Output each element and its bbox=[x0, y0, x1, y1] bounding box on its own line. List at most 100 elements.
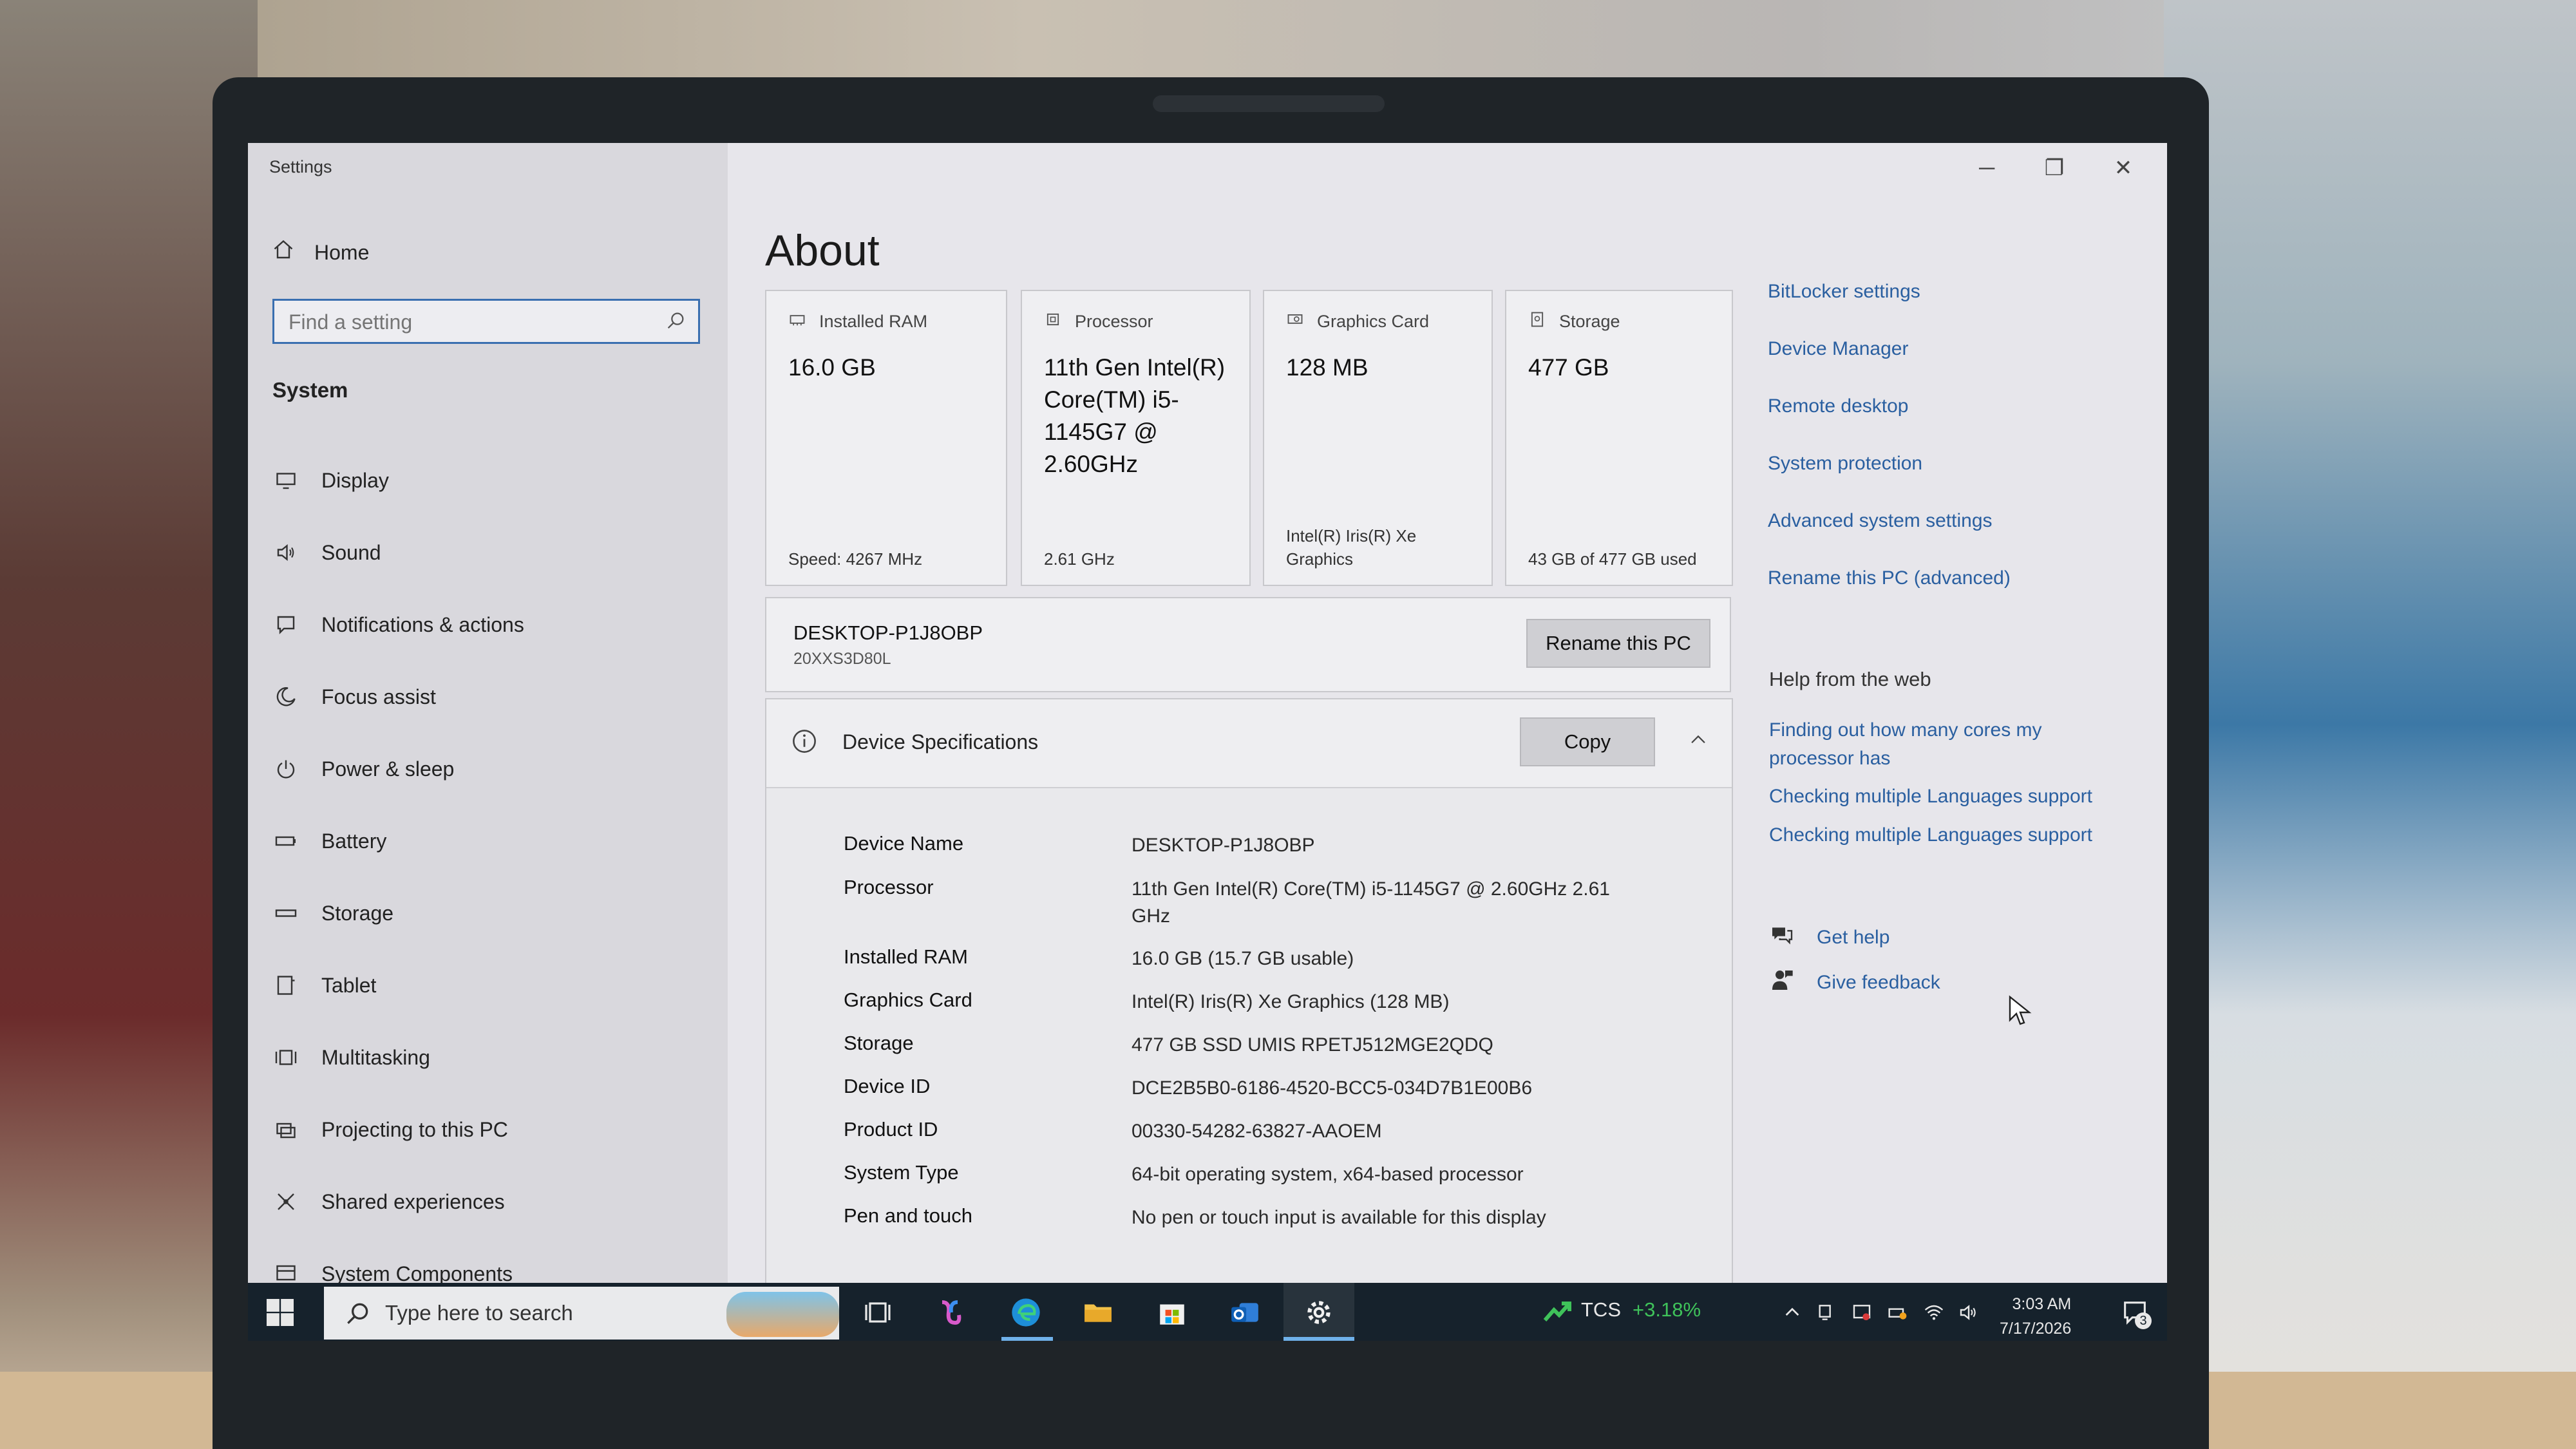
copy-button[interactable]: Copy bbox=[1520, 717, 1655, 766]
disk-icon bbox=[1528, 310, 1546, 333]
link-languages-support-2[interactable]: Checking multiple Languages support bbox=[1769, 824, 2092, 846]
rename-pc-button[interactable]: Rename this PC bbox=[1526, 619, 1710, 668]
taskbar-search-box[interactable]: Type here to search bbox=[324, 1287, 839, 1340]
nav-home[interactable]: Home bbox=[272, 236, 369, 269]
spec-value: 16.0 GB (15.7 GB usable) bbox=[1132, 948, 1354, 969]
mouse-cursor-icon bbox=[2007, 994, 2033, 1031]
get-help-link[interactable]: Get help bbox=[1769, 922, 1889, 953]
spec-key: Device ID bbox=[844, 1075, 931, 1097]
sidebar-item-multitasking[interactable]: Multitasking bbox=[272, 1038, 430, 1077]
security-alert-icon[interactable] bbox=[1849, 1293, 1875, 1332]
sidebar-item-tablet[interactable]: Tablet bbox=[272, 966, 376, 1005]
sidebar-item-label: Notifications & actions bbox=[321, 612, 524, 636]
nav-section-system: System bbox=[272, 378, 348, 402]
webcam bbox=[1153, 95, 1385, 112]
spec-key: Graphics Card bbox=[844, 989, 972, 1011]
find-setting-field[interactable] bbox=[272, 299, 700, 344]
microsoft-store-icon[interactable] bbox=[1153, 1293, 1191, 1332]
gpu-icon bbox=[1286, 310, 1304, 333]
link-bitlocker-settings[interactable]: BitLocker settings bbox=[1768, 281, 1920, 303]
copilot-icon[interactable] bbox=[931, 1293, 969, 1332]
help-from-web-heading: Help from the web bbox=[1769, 668, 1931, 690]
sidebar-item-battery[interactable]: Battery bbox=[272, 822, 386, 860]
speaker-icon bbox=[272, 539, 299, 566]
wifi-icon[interactable] bbox=[1921, 1293, 1947, 1332]
sidebar-item-shared-experiences[interactable]: Shared experiences bbox=[272, 1182, 505, 1221]
stock-symbol: TCS bbox=[1581, 1298, 1621, 1321]
edge-browser-icon[interactable] bbox=[1007, 1293, 1045, 1332]
sidebar-item-power-sleep[interactable]: Power & sleep bbox=[272, 750, 454, 788]
link-system-protection[interactable]: System protection bbox=[1768, 453, 1922, 475]
link-device-manager[interactable]: Device Manager bbox=[1768, 338, 1908, 360]
restore-button[interactable]: ❐ bbox=[2035, 152, 2074, 184]
card-label: Processor bbox=[1075, 312, 1153, 331]
restore-icon: ❐ bbox=[2044, 156, 2065, 180]
window-title: Settings bbox=[269, 157, 332, 176]
edge-active-indicator bbox=[1001, 1337, 1053, 1341]
stock-change: +3.18% bbox=[1633, 1298, 1701, 1321]
card-graphics: Graphics Card 128 MB Intel(R) Iris(R) Xe… bbox=[1263, 290, 1493, 586]
settings-nav: Settings Home System Display Sound Notif… bbox=[248, 143, 728, 1341]
stock-ticker[interactable]: TCS +3.18% bbox=[1581, 1298, 1701, 1321]
sidebar-item-sound[interactable]: Sound bbox=[272, 533, 381, 572]
sidebar-item-label: System Components bbox=[321, 1262, 513, 1285]
meet-now-icon[interactable] bbox=[1813, 1293, 1839, 1332]
device-specifications-header[interactable]: Device Specifications Copy bbox=[766, 699, 1732, 788]
notification-icon bbox=[272, 611, 299, 638]
task-view-icon[interactable] bbox=[858, 1293, 897, 1332]
find-setting-input[interactable] bbox=[287, 301, 650, 343]
start-button[interactable] bbox=[262, 1294, 298, 1331]
link-rename-pc-advanced[interactable]: Rename this PC (advanced) bbox=[1768, 567, 2011, 589]
outlook-icon[interactable] bbox=[1226, 1293, 1264, 1332]
battery-warning-icon[interactable] bbox=[1885, 1293, 1911, 1332]
sidebar-item-projecting[interactable]: Projecting to this PC bbox=[272, 1110, 508, 1149]
spec-key: Storage bbox=[844, 1032, 914, 1054]
background-right bbox=[2164, 0, 2576, 1449]
storage-icon bbox=[272, 900, 299, 927]
clock[interactable]: 3:03 AM 7/17/2026 bbox=[2000, 1292, 2071, 1341]
sidebar-item-label: Power & sleep bbox=[321, 757, 455, 781]
notification-center-icon[interactable]: 3 bbox=[2116, 1293, 2154, 1332]
taskbar: Type here to search TCS +3.18% 3:03 AM 7/… bbox=[248, 1283, 2167, 1341]
clock-time: 3:03 AM bbox=[2012, 1295, 2072, 1313]
close-button[interactable]: ✕ bbox=[2104, 152, 2143, 184]
search-highlight-image bbox=[726, 1292, 839, 1337]
sidebar-item-label: Sound bbox=[321, 540, 381, 564]
monitor-icon bbox=[272, 467, 299, 494]
card-label: Graphics Card bbox=[1317, 312, 1430, 331]
give-feedback-link[interactable]: Give feedback bbox=[1769, 967, 1940, 998]
sidebar-item-label: Shared experiences bbox=[321, 1189, 505, 1213]
minimize-button[interactable]: ─ bbox=[1967, 152, 2006, 184]
sidebar-item-storage[interactable]: Storage bbox=[272, 894, 393, 933]
link-advanced-system-settings[interactable]: Advanced system settings bbox=[1768, 510, 1993, 532]
settings-active-indicator bbox=[1283, 1337, 1354, 1341]
pc-name: DESKTOP-P1J8OBP bbox=[793, 621, 983, 644]
device-specifications-panel: Device Specifications Copy Device Name DE… bbox=[765, 698, 1733, 1341]
card-value: 128 MB bbox=[1286, 354, 1368, 381]
card-installed-ram: Installed RAM 16.0 GB Speed: 4267 MHz bbox=[765, 290, 1007, 586]
sidebar-item-label: Tablet bbox=[321, 973, 377, 997]
notification-count-badge: 3 bbox=[2135, 1312, 2152, 1329]
link-remote-desktop[interactable]: Remote desktop bbox=[1768, 395, 1908, 417]
page-title: About bbox=[765, 226, 880, 275]
sidebar-item-focus-assist[interactable]: Focus assist bbox=[272, 677, 436, 716]
card-storage: Storage 477 GB 43 GB of 477 GB used bbox=[1505, 290, 1733, 586]
sidebar-item-label: Storage bbox=[321, 901, 394, 925]
give-feedback-label: Give feedback bbox=[1817, 972, 1940, 993]
file-explorer-icon[interactable] bbox=[1079, 1293, 1117, 1332]
sidebar-item-notifications[interactable]: Notifications & actions bbox=[272, 605, 524, 644]
spec-value: 477 GB SSD UMIS RPETJ512MGE2QDQ bbox=[1132, 1034, 1493, 1056]
card-value: 477 GB bbox=[1528, 354, 1609, 381]
minimize-icon: ─ bbox=[1978, 155, 1995, 180]
chevron-up-icon[interactable] bbox=[1687, 729, 1709, 754]
spec-key: System Type bbox=[844, 1161, 959, 1184]
link-languages-support[interactable]: Checking multiple Languages support bbox=[1769, 786, 2092, 808]
card-sub: 2.61 GHz bbox=[1044, 549, 1115, 569]
card-label: Installed RAM bbox=[819, 312, 928, 331]
chevron-up-icon[interactable] bbox=[1779, 1293, 1805, 1332]
link-cores-processor[interactable]: Finding out how many cores my processor … bbox=[1769, 716, 2104, 773]
sidebar-item-display[interactable]: Display bbox=[272, 461, 389, 500]
sidebar-item-label: Battery bbox=[321, 829, 387, 853]
screen: Settings Home System Display Sound Notif… bbox=[248, 143, 2167, 1341]
volume-icon[interactable] bbox=[1956, 1293, 1982, 1332]
